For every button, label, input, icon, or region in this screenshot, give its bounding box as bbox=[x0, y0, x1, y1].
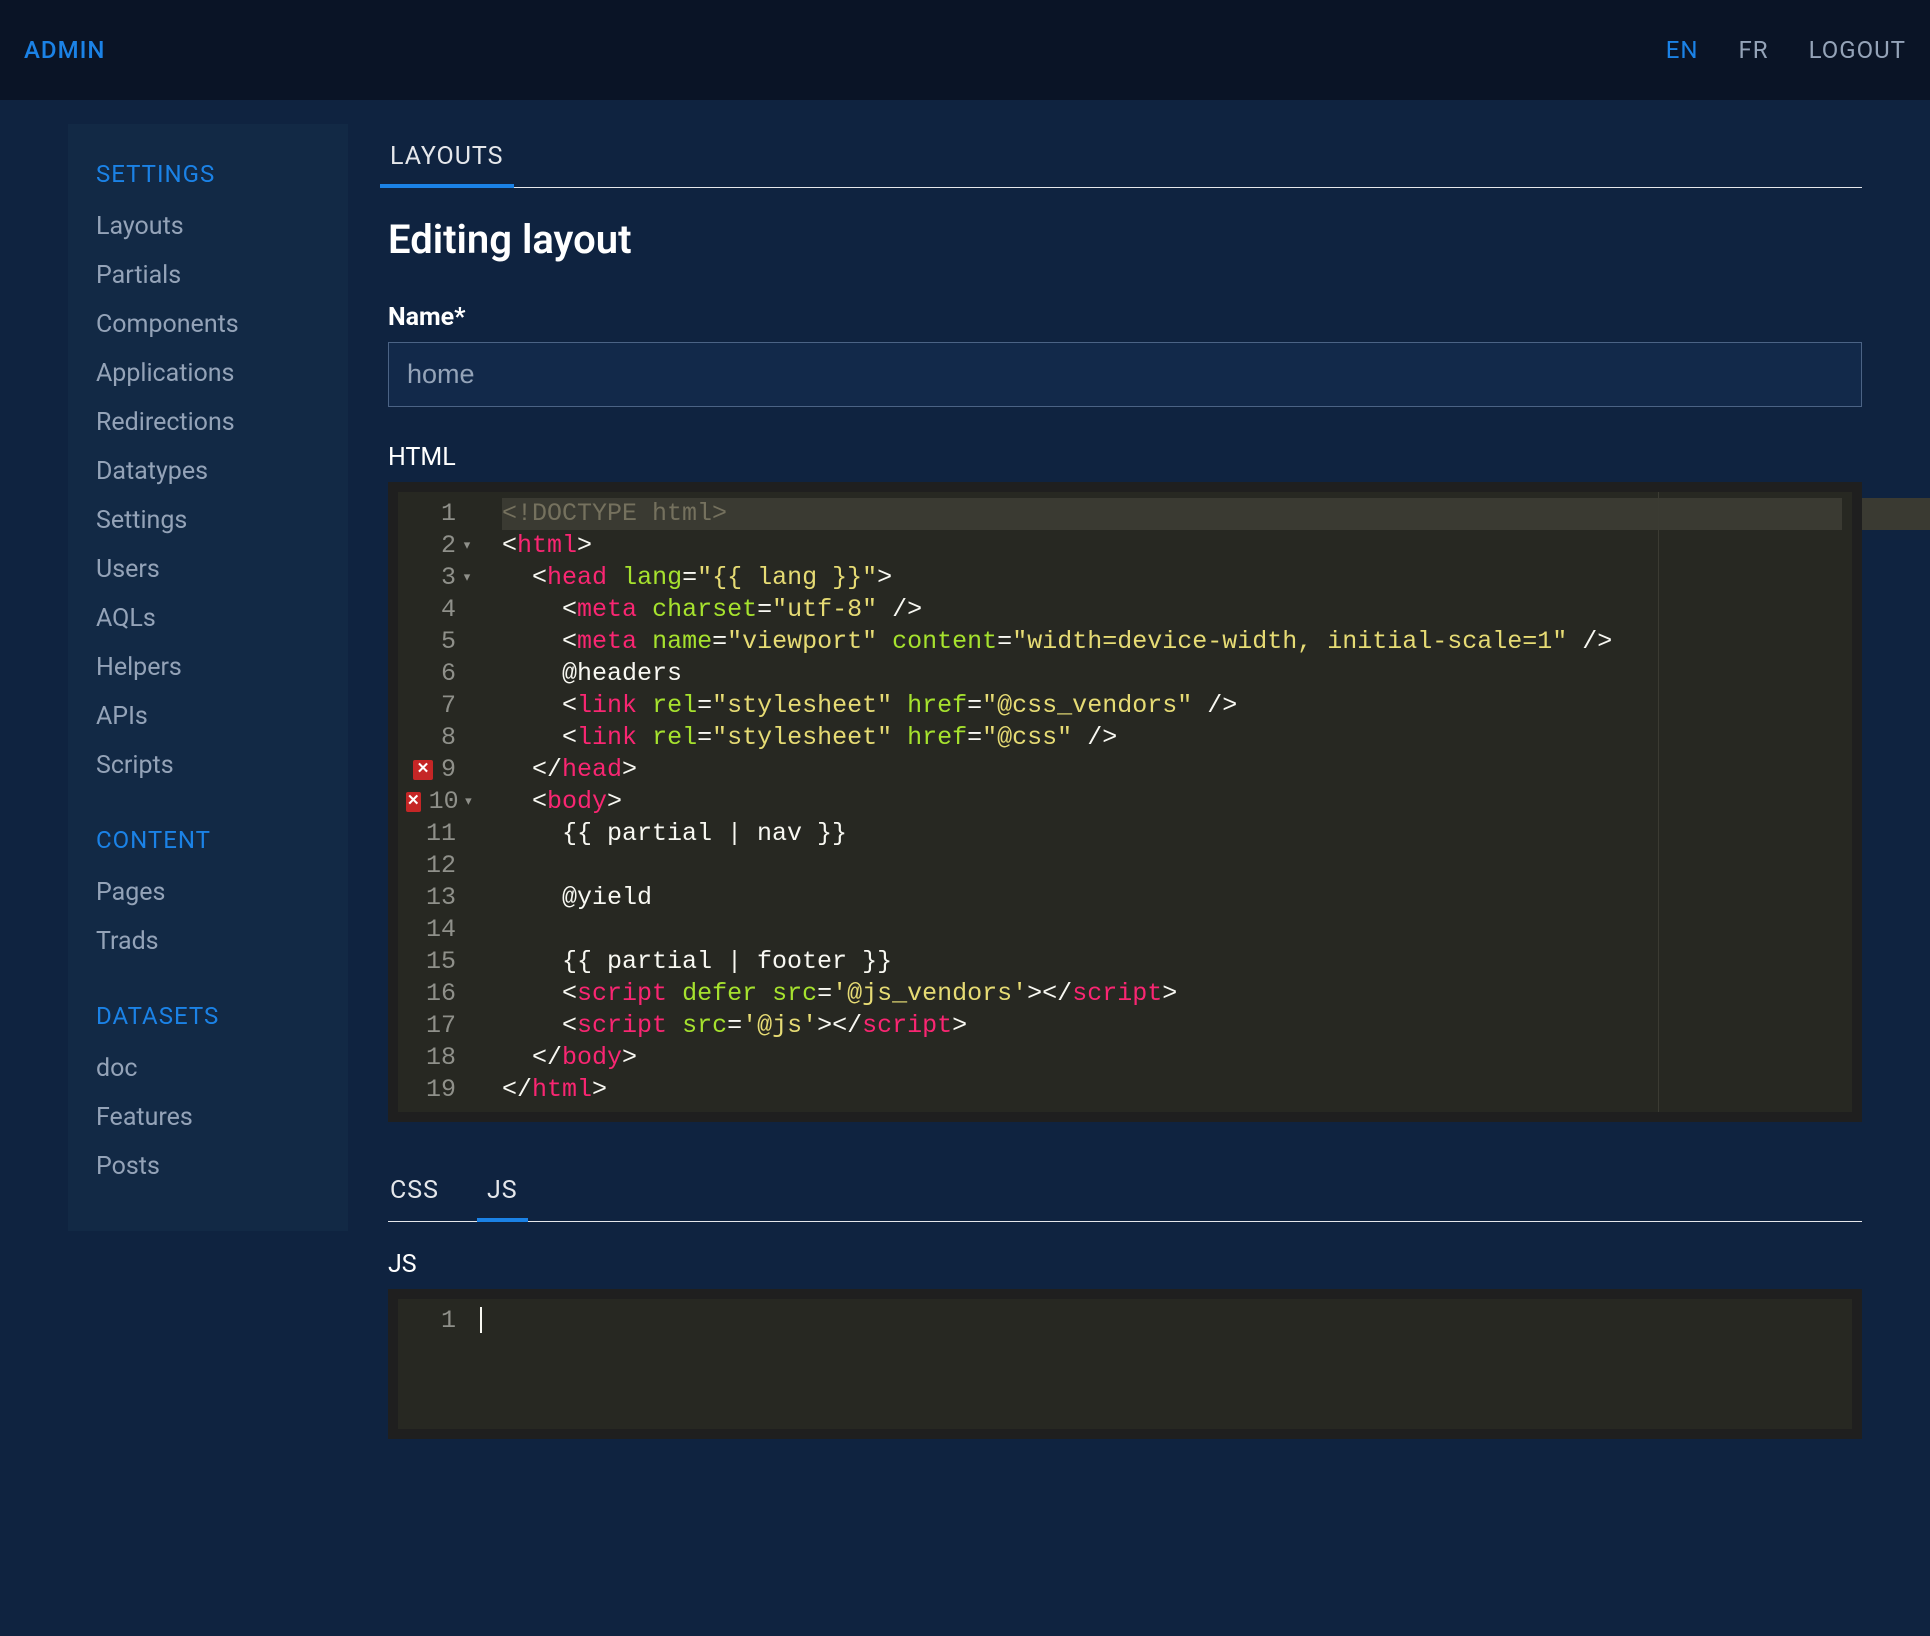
page-title: Editing layout bbox=[388, 216, 1862, 263]
main: LAYOUTS Editing layout Name* HTML 12▾3▾4… bbox=[388, 124, 1906, 1439]
js-label: JS bbox=[388, 1250, 1862, 1279]
tab-layouts[interactable]: LAYOUTS bbox=[388, 132, 506, 187]
sidebar-item-redirections[interactable]: Redirections bbox=[96, 398, 320, 447]
sidebar-item-layouts[interactable]: Layouts bbox=[96, 202, 320, 251]
sidebar-item-users[interactable]: Users bbox=[96, 545, 320, 594]
top-tabs: LAYOUTS bbox=[388, 132, 1862, 188]
sidebar-item-apis[interactable]: APIs bbox=[96, 692, 320, 741]
name-label: Name* bbox=[388, 303, 1862, 332]
error-icon: ✕ bbox=[413, 760, 433, 780]
editor-code[interactable]: <!DOCTYPE html><html> <head lang="{{ lan… bbox=[484, 492, 1852, 1112]
js-editor-code[interactable] bbox=[468, 1299, 1852, 1429]
sidebar-item-datatypes[interactable]: Datatypes bbox=[96, 447, 320, 496]
html-label: HTML bbox=[388, 443, 1862, 472]
brand-link[interactable]: ADMIN bbox=[24, 36, 105, 64]
logout-link[interactable]: LOGOUT bbox=[1809, 36, 1906, 64]
sidebar-item-doc[interactable]: doc bbox=[96, 1044, 320, 1093]
sidebar-item-scripts[interactable]: Scripts bbox=[96, 741, 320, 790]
sidebar-item-applications[interactable]: Applications bbox=[96, 349, 320, 398]
sidebar-item-pages[interactable]: Pages bbox=[96, 868, 320, 917]
editor-gutter: 12▾3▾45678✕9✕10▾111213141516171819 bbox=[398, 492, 484, 1112]
sidebar-item-components[interactable]: Components bbox=[96, 300, 320, 349]
sidebar-item-aqls[interactable]: AQLs bbox=[96, 594, 320, 643]
js-editor-gutter: 1 bbox=[398, 1299, 468, 1429]
sidebar-group-title: SETTINGS bbox=[96, 160, 320, 188]
name-input[interactable] bbox=[388, 342, 1862, 407]
print-margin bbox=[1658, 492, 1659, 1112]
html-editor[interactable]: 12▾3▾45678✕9✕10▾111213141516171819 <!DOC… bbox=[388, 482, 1862, 1122]
topbar: ADMIN EN FR LOGOUT bbox=[0, 0, 1930, 100]
sidebar-item-helpers[interactable]: Helpers bbox=[96, 643, 320, 692]
sidebar-item-posts[interactable]: Posts bbox=[96, 1142, 320, 1191]
sidebar-item-features[interactable]: Features bbox=[96, 1093, 320, 1142]
fold-icon[interactable]: ▾ bbox=[462, 530, 472, 562]
sidebar: SETTINGS LayoutsPartialsComponentsApplica… bbox=[68, 124, 348, 1231]
tab-css[interactable]: CSS bbox=[388, 1166, 441, 1221]
sidebar-item-partials[interactable]: Partials bbox=[96, 251, 320, 300]
sidebar-item-trads[interactable]: Trads bbox=[96, 917, 320, 966]
sub-tabs: CSS JS bbox=[388, 1166, 1862, 1222]
lang-fr[interactable]: FR bbox=[1739, 36, 1769, 64]
sidebar-group-title: DATASETS bbox=[96, 1002, 320, 1030]
topnav: EN FR LOGOUT bbox=[1666, 36, 1906, 64]
js-editor[interactable]: 1 bbox=[388, 1289, 1862, 1439]
tab-js[interactable]: JS bbox=[485, 1166, 520, 1221]
fold-icon[interactable]: ▾ bbox=[465, 786, 472, 818]
lang-en[interactable]: EN bbox=[1666, 36, 1699, 64]
cursor-icon bbox=[480, 1307, 482, 1333]
fold-icon[interactable]: ▾ bbox=[462, 562, 472, 594]
sidebar-group-title: CONTENT bbox=[96, 826, 320, 854]
sidebar-item-settings[interactable]: Settings bbox=[96, 496, 320, 545]
error-icon: ✕ bbox=[406, 792, 421, 812]
